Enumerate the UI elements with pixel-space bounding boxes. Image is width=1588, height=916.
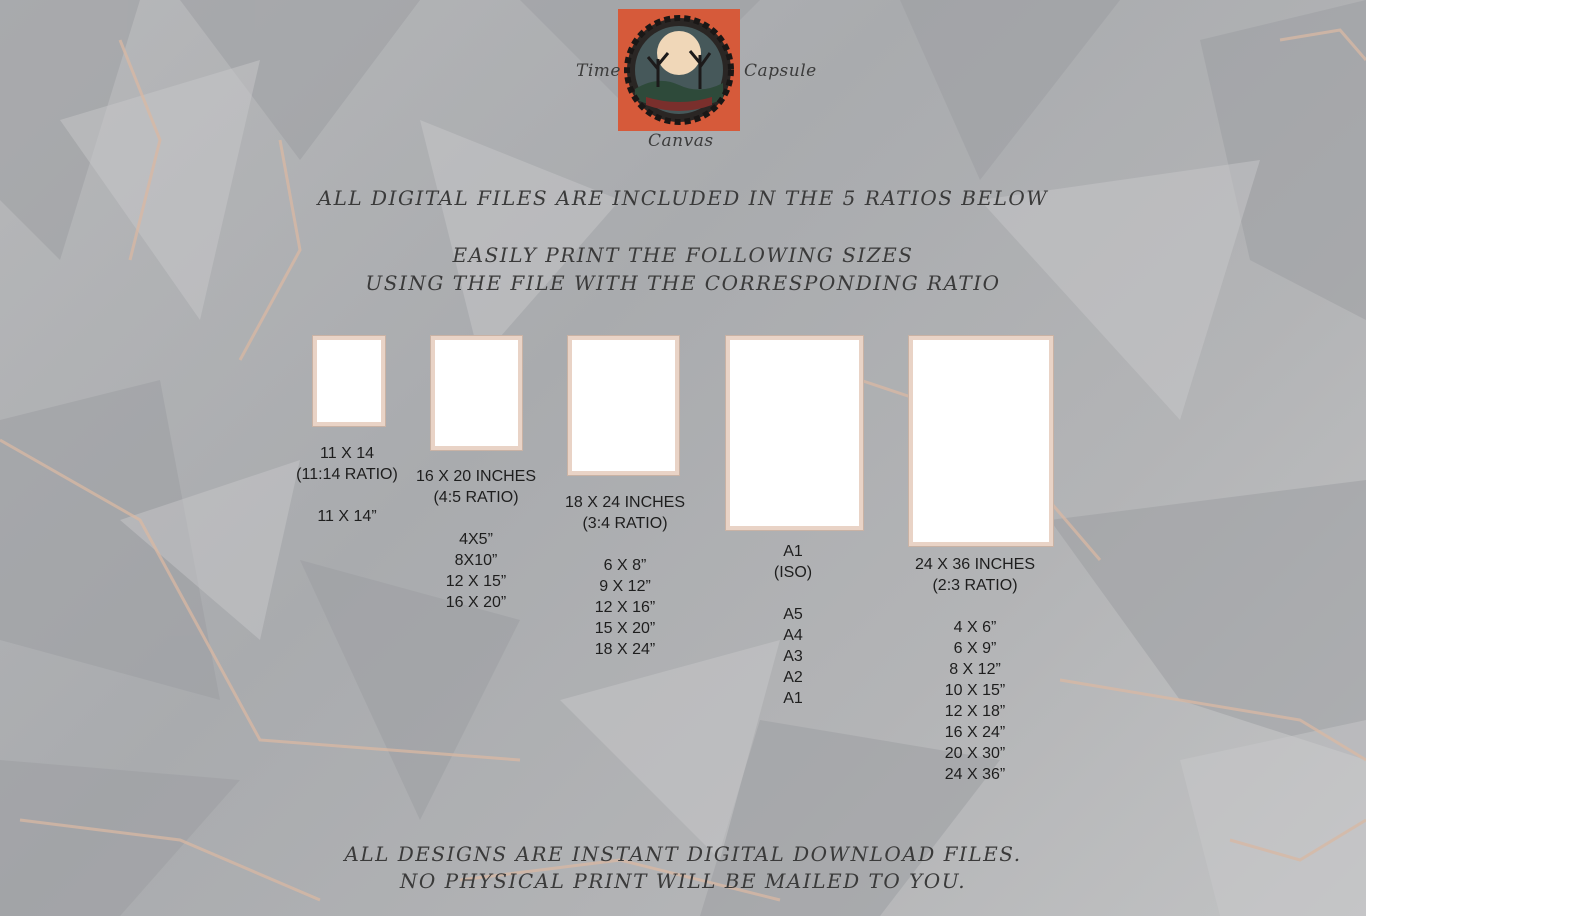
caption-line: A1 — [783, 690, 803, 707]
caption-line: 11 X 14” — [317, 508, 377, 525]
caption-line: 18 X 24 INCHES — [564, 494, 686, 511]
caption-line: 8X10” — [454, 552, 498, 569]
heading-print-sizes: EASILY PRINT THE FOLLOWING SIZES — [452, 243, 914, 267]
brand-logo — [618, 9, 740, 131]
caption-line: (ISO) — [773, 564, 813, 581]
caption-line — [296, 485, 398, 506]
caption-ratio-4-5: 16 X 20 INCHES (4:5 RATIO) 4X5” 8X10” 12… — [416, 466, 536, 613]
caption-line: (2:3 RATIO) — [932, 577, 1018, 594]
caption-line: 24 X 36 INCHES — [914, 556, 1036, 573]
caption-ratio-3-4: 18 X 24 INCHES (3:4 RATIO) 6 X 8” 9 X 12… — [565, 492, 685, 660]
caption-line: A3 — [783, 648, 803, 665]
brand-word-canvas: Canvas — [648, 131, 714, 151]
caption-line: 6 X 9” — [953, 640, 997, 657]
caption-line: 11 X 14 — [320, 445, 374, 462]
caption-line: 8 X 12” — [949, 661, 1001, 678]
caption-ratio-2-3: 24 X 36 INCHES (2:3 RATIO) 4 X 6” 6 X 9”… — [915, 554, 1035, 785]
caption-line: A1 — [783, 543, 803, 560]
caption-line: 16 X 20 INCHES — [415, 468, 537, 485]
caption-ratio-11-14: 11 X 14 (11:14 RATIO) 11 X 14” — [296, 443, 398, 527]
caption-line: 24 X 36” — [944, 766, 1006, 783]
caption-line: 12 X 18” — [944, 703, 1006, 720]
frame-ratio-11-14 — [313, 336, 385, 426]
caption-line: (4:5 RATIO) — [433, 489, 519, 506]
caption-line: 10 X 15” — [944, 682, 1006, 699]
caption-line: 20 X 30” — [944, 745, 1006, 762]
caption-line: 12 X 16” — [594, 599, 656, 616]
caption-line: A2 — [783, 669, 803, 686]
brand-word-time: Time — [576, 61, 621, 81]
heading-corresponding-ratio: USING THE FILE WITH THE CORRESPONDING RA… — [365, 271, 1001, 295]
heading-files-included: ALL DIGITAL FILES ARE INCLUDED IN THE 5 … — [317, 186, 1049, 210]
frame-ratio-4-5 — [431, 336, 522, 450]
caption-line: 4 X 6” — [953, 619, 997, 636]
caption-line — [565, 534, 685, 555]
caption-line: 9 X 12” — [599, 578, 651, 595]
footer-no-physical-print: NO PHYSICAL PRINT WILL BE MAILED TO YOU. — [399, 869, 967, 893]
frame-ratio-iso — [726, 336, 863, 530]
caption-line: A4 — [783, 627, 803, 644]
brand-word-capsule: Capsule — [744, 61, 817, 81]
caption-line: 16 X 20” — [445, 594, 507, 611]
frame-ratio-3-4 — [568, 336, 679, 475]
frame-ratio-2-3 — [909, 336, 1053, 546]
caption-line: (3:4 RATIO) — [582, 515, 668, 532]
caption-line: 16 X 24” — [944, 724, 1006, 741]
caption-line: 6 X 8” — [603, 557, 647, 574]
caption-line — [416, 508, 536, 529]
caption-line: 18 X 24” — [594, 641, 656, 658]
caption-line: A5 — [783, 606, 803, 623]
caption-ratio-iso: A1 (ISO) A5 A4 A3 A2 A1 — [774, 541, 812, 709]
moon-tree-emblem-icon — [624, 15, 734, 125]
background-canvas: Time Capsule Canvas ALL DIGITAL FILES AR… — [0, 0, 1366, 916]
footer-digital-download: ALL DESIGNS ARE INSTANT DIGITAL DOWNLOAD… — [344, 842, 1022, 866]
caption-line: (11:14 RATIO) — [296, 466, 398, 483]
caption-line: 4X5” — [459, 531, 493, 548]
caption-line — [915, 596, 1035, 617]
caption-line: 12 X 15” — [445, 573, 507, 590]
caption-line — [774, 583, 812, 604]
caption-line: 15 X 20” — [594, 620, 656, 637]
